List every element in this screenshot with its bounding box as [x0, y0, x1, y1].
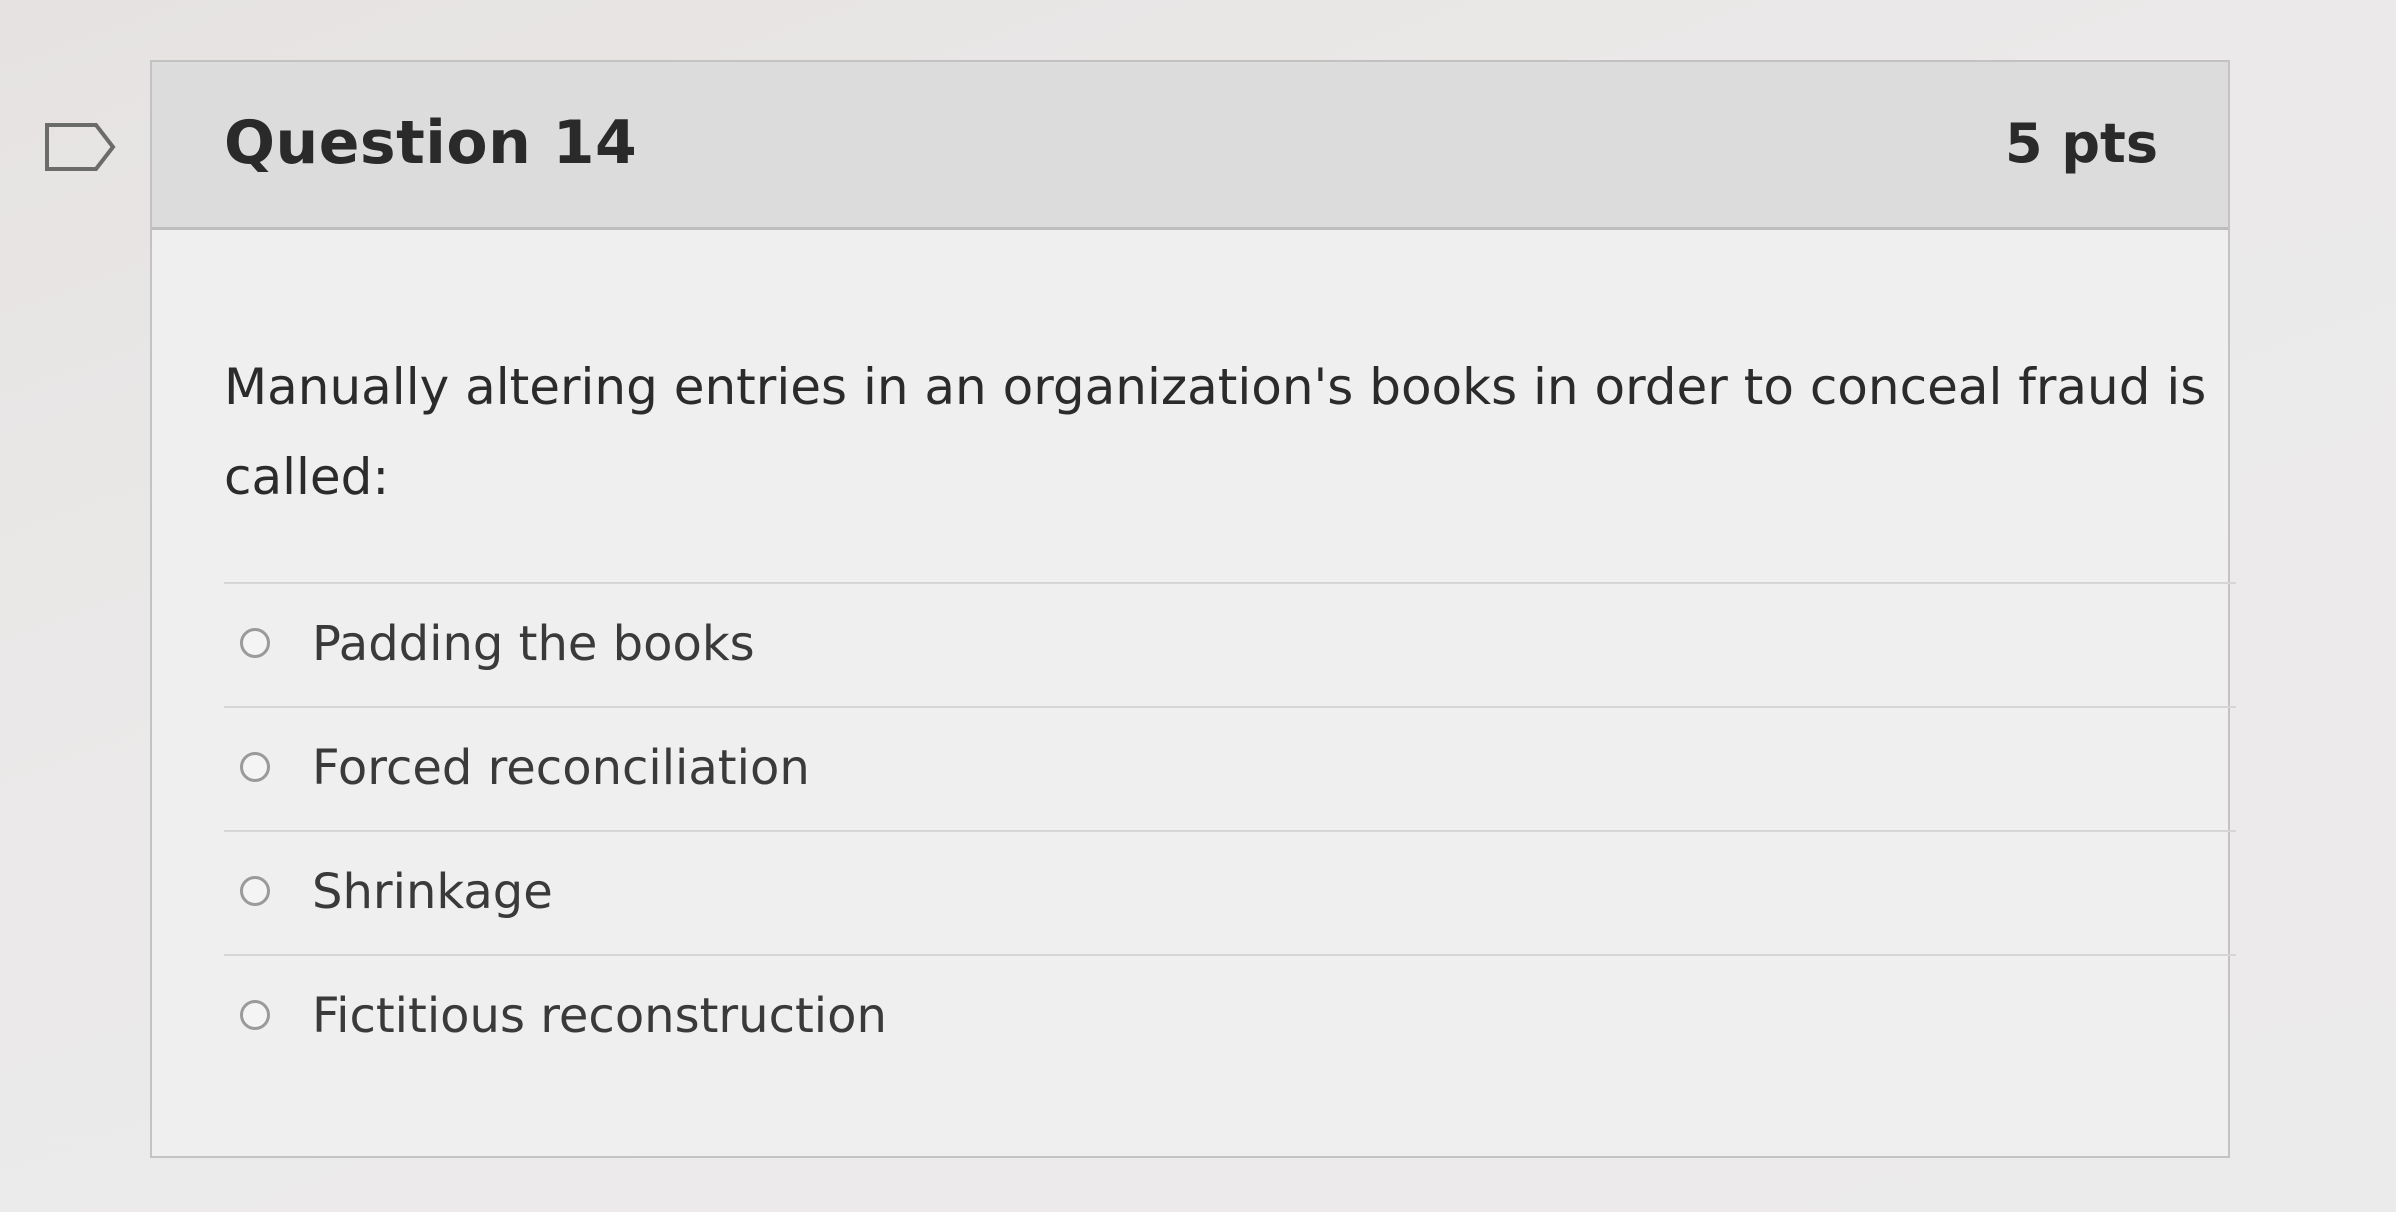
- answer-label[interactable]: Shrinkage: [312, 864, 553, 920]
- answer-label[interactable]: Forced reconciliation: [312, 740, 810, 796]
- question-card: Question 14 5 pts Manually altering entr…: [150, 60, 2236, 1158]
- radio-button[interactable]: [240, 752, 270, 782]
- answer-option[interactable]: Padding the books: [224, 582, 2236, 706]
- question-points: 5 pts: [2005, 112, 2158, 175]
- question-header: Question 14 5 pts: [152, 62, 2228, 230]
- answer-option[interactable]: Shrinkage: [224, 830, 2236, 954]
- answer-list: Padding the books Forced reconciliation …: [224, 582, 2236, 1078]
- question-title: Question 14: [224, 108, 638, 178]
- answer-option[interactable]: Fictitious reconstruction: [224, 954, 2236, 1078]
- answer-option[interactable]: Forced reconciliation: [224, 706, 2236, 830]
- answer-label[interactable]: Padding the books: [312, 616, 755, 672]
- answer-label[interactable]: Fictitious reconstruction: [312, 988, 887, 1044]
- radio-button[interactable]: [240, 876, 270, 906]
- flag-question-icon[interactable]: [44, 122, 116, 172]
- radio-button[interactable]: [240, 1000, 270, 1030]
- question-text: Manually altering entries in an organiza…: [224, 358, 2207, 506]
- radio-button[interactable]: [240, 628, 270, 658]
